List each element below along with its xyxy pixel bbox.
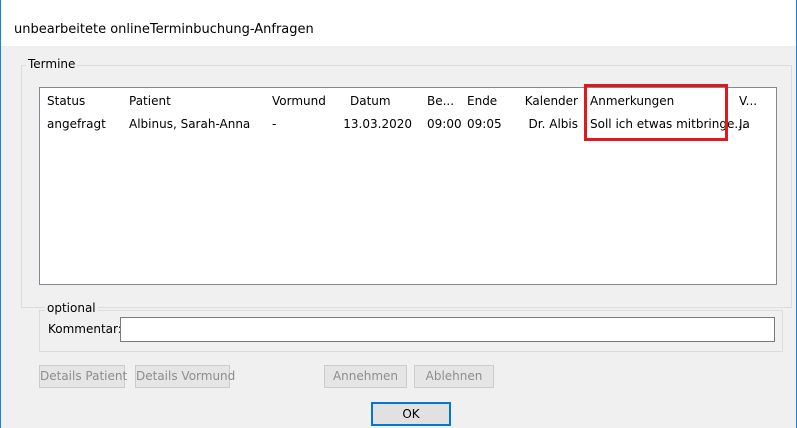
cell-patient[interactable]: Albinus, Sarah-Anna (129, 117, 250, 131)
details-vormund-button[interactable]: Details Vormund (135, 365, 235, 388)
cell-ende[interactable]: 09:05 (467, 117, 502, 131)
cell-vormund[interactable]: - (272, 117, 276, 131)
column-header-datum[interactable]: Datum (350, 94, 391, 108)
column-header-ende[interactable]: Ende (467, 94, 497, 108)
kommentar-label: Kommentar: (48, 322, 122, 336)
column-header-v[interactable]: V... (739, 94, 757, 108)
optional-legend: optional (45, 301, 98, 315)
anmerkungen-highlight-box (584, 84, 728, 141)
title-bar: unbearbeitete onlineTerminbuchung-Anfrag… (1, 0, 796, 46)
column-header-kalender[interactable]: Kalender (520, 94, 578, 108)
cell-beginn[interactable]: 09:00 (427, 117, 462, 131)
ok-button[interactable]: OK (371, 402, 451, 426)
appointments-list[interactable]: Status Patient Vormund Datum Be... Ende … (39, 84, 777, 285)
details-patient-button[interactable]: Details Patient (39, 365, 127, 388)
annehmen-button[interactable]: Annehmen (324, 365, 407, 388)
cell-v[interactable]: Ja (739, 117, 750, 131)
cell-datum[interactable]: 13.03.2020 (340, 117, 412, 131)
column-header-status[interactable]: Status (47, 94, 85, 108)
window-title: unbearbeitete onlineTerminbuchung-Anfrag… (14, 22, 314, 37)
kommentar-input[interactable] (120, 317, 775, 342)
column-header-patient[interactable]: Patient (129, 94, 171, 108)
ablehnen-button[interactable]: Ablehnen (414, 365, 494, 388)
column-header-vormund[interactable]: Vormund (272, 94, 326, 108)
cell-kalender[interactable]: Dr. Albis (520, 117, 578, 131)
cell-status[interactable]: angefragt (47, 117, 106, 131)
column-header-beginn[interactable]: Be... (427, 94, 454, 108)
dialog-window: unbearbeitete onlineTerminbuchung-Anfrag… (0, 0, 797, 428)
termine-legend: Termine (26, 57, 78, 71)
